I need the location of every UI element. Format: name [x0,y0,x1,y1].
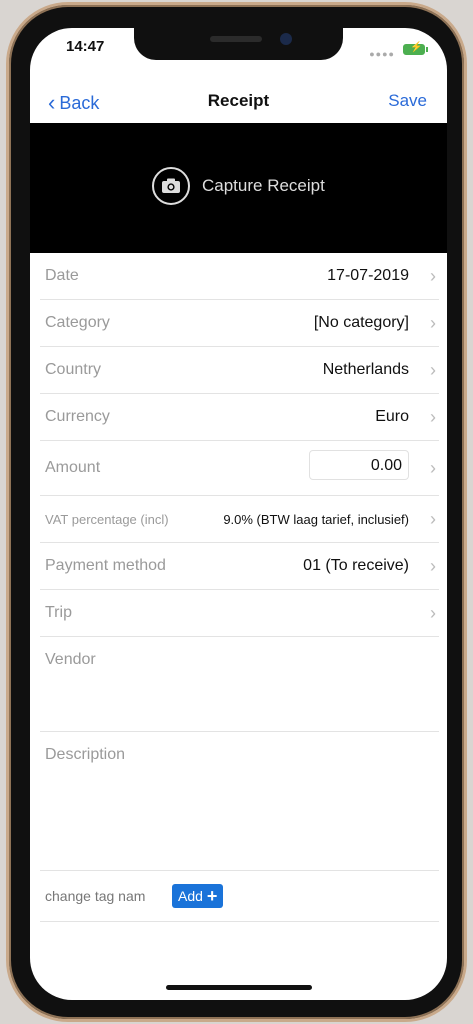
description-field[interactable]: Description [40,732,439,871]
amount-value: 0.00 [370,457,402,474]
tag-row: change tag nam Add + [40,871,439,922]
plus-icon: + [206,886,218,906]
chevron-right-icon: › [430,266,436,286]
add-label: Add [178,888,203,904]
date-value: 17-07-2019 [327,267,409,284]
receipt-form: Date 17-07-2019 › Category [No category]… [30,253,447,922]
vat-label: VAT percentage (incl) [45,512,169,527]
add-tag-button[interactable]: Add + [172,884,224,908]
currency-label: Currency [45,408,110,425]
amount-label: Amount [45,459,101,476]
chevron-right-icon: › [430,509,436,529]
home-indicator [166,985,312,990]
date-label: Date [45,267,79,284]
status-time: 14:47 [66,38,105,55]
vat-row[interactable]: VAT percentage (incl) 9.0% (BTW laag tar… [40,496,439,543]
screen: 14:47 ●●●● ⚡ ‹ Back Receipt Save Capture … [30,28,447,1000]
save-button[interactable]: Save [388,91,427,111]
payment-method-row[interactable]: Payment method 01 (To receive) › [40,543,439,590]
chevron-right-icon: › [430,556,436,576]
chevron-right-icon: › [430,360,436,380]
trip-row[interactable]: Trip › [40,590,439,637]
battery-icon: ⚡ [403,42,428,55]
front-camera [280,33,292,45]
amount-row: Amount 0.00 › [40,441,439,496]
currency-value: Euro [375,408,409,425]
currency-row[interactable]: Currency Euro › [40,394,439,441]
capture-receipt-label: Capture Receipt [202,176,325,195]
vendor-field[interactable]: Vendor [40,637,439,732]
payment-method-value: 01 (To receive) [303,557,409,574]
speaker [210,36,262,42]
tag-label: change tag nam [45,888,146,904]
date-row[interactable]: Date 17-07-2019 › [40,253,439,300]
category-row[interactable]: Category [No category] › [40,300,439,347]
country-value: Netherlands [322,361,409,378]
chevron-right-icon: › [430,603,436,623]
chevron-right-icon: › [430,313,436,333]
payment-method-label: Payment method [45,557,166,574]
category-value: [No category] [313,314,409,331]
signal-icon: ●●●● [369,49,395,59]
page-title: Receipt [207,91,270,110]
trip-label: Trip [45,604,72,621]
capture-receipt-button[interactable]: Capture Receipt [30,123,447,253]
amount-input[interactable]: 0.00 [309,450,409,480]
chevron-right-icon: › [430,458,436,478]
description-label: Description [45,746,126,763]
nav-bar: ‹ Back Receipt Save [30,83,447,123]
chevron-right-icon: › [430,407,436,427]
vendor-label: Vendor [45,651,96,668]
category-label: Category [45,314,110,331]
notch [134,28,343,60]
country-label: Country [45,361,102,378]
country-row[interactable]: Country Netherlands › [40,347,439,394]
vat-value: 9.0% (BTW laag tarief, inclusief) [223,512,409,527]
camera-icon [152,167,190,205]
